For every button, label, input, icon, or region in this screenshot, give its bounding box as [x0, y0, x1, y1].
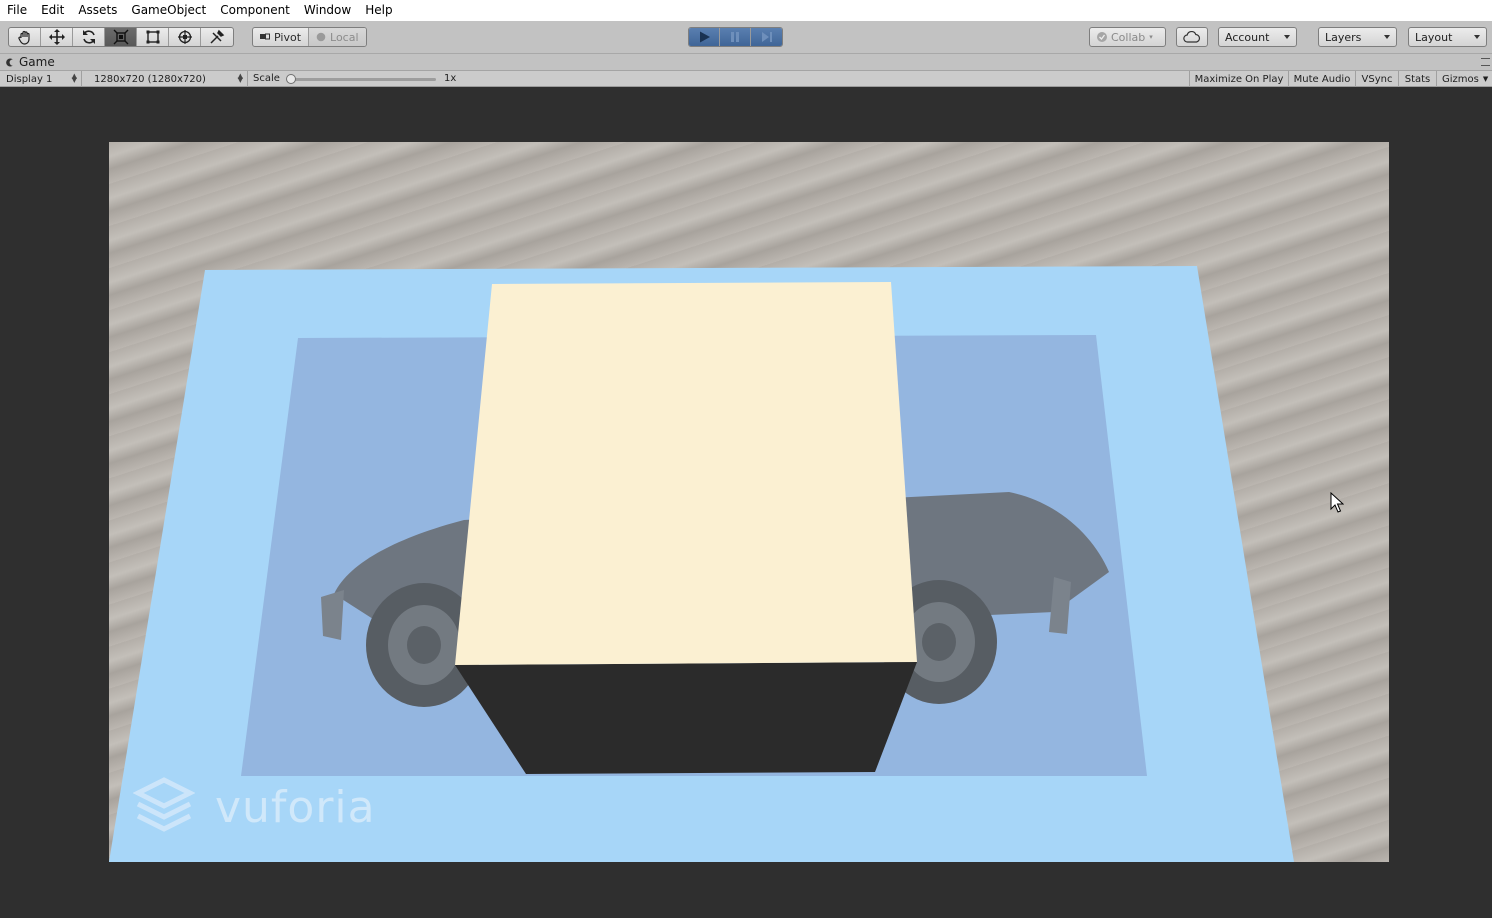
- menu-file[interactable]: File: [0, 0, 34, 21]
- maximize-on-play-label: Maximize On Play: [1194, 73, 1284, 85]
- cube-front-face: [455, 662, 917, 774]
- layout-label: Layout: [1415, 30, 1453, 44]
- hand-icon: [17, 30, 30, 45]
- rotate-tool-button[interactable]: [73, 28, 105, 46]
- resolution-select[interactable]: 1280x720 (1280x720) ▲ ▼: [88, 71, 248, 87]
- pause-button[interactable]: [720, 28, 751, 46]
- main-toolbar: Pivot Local Collab ▾ Account Layers Layo…: [0, 21, 1492, 54]
- game-tab-strip: Game: [0, 54, 1492, 70]
- menu-bar: File Edit Assets GameObject Component Wi…: [0, 0, 1492, 21]
- pivot-button[interactable]: Pivot: [253, 28, 310, 46]
- globe-icon: [316, 32, 326, 42]
- account-label: Account: [1225, 30, 1270, 44]
- scale-icon: [113, 29, 128, 45]
- scale-tool-button[interactable]: [105, 28, 137, 46]
- transform-tool-button[interactable]: [169, 28, 201, 46]
- vuforia-watermark: vuforia: [133, 776, 376, 838]
- stats-toggle[interactable]: Stats: [1398, 71, 1436, 87]
- account-dropdown[interactable]: Account: [1218, 27, 1297, 47]
- resolution-label: 1280x720 (1280x720): [94, 73, 206, 85]
- menu-window[interactable]: Window: [297, 0, 358, 21]
- cloud-icon: [1183, 31, 1201, 43]
- layers-label: Layers: [1325, 30, 1362, 44]
- move-icon: [48, 29, 65, 45]
- custom-tool-button[interactable]: [201, 28, 233, 46]
- collab-dropdown[interactable]: Collab ▾: [1089, 27, 1166, 47]
- menu-help[interactable]: Help: [358, 0, 399, 21]
- vuforia-wordmark: vuforia: [215, 781, 376, 833]
- step-button[interactable]: [751, 28, 782, 46]
- menu-edit[interactable]: Edit: [34, 0, 71, 21]
- layout-dropdown[interactable]: Layout: [1408, 27, 1487, 47]
- rect-tool-icon: [146, 30, 159, 44]
- pause-icon: [731, 32, 739, 42]
- scale-slider-thumb[interactable]: [286, 74, 296, 84]
- hand-tool-button[interactable]: [9, 28, 41, 46]
- scale-slider-track[interactable]: [290, 78, 436, 81]
- rotate-icon: [82, 30, 95, 44]
- display-label: Display 1: [6, 73, 53, 85]
- layers-dropdown[interactable]: Layers: [1318, 27, 1397, 47]
- updown-icon: ▲ ▼: [71, 72, 77, 84]
- cloud-button[interactable]: [1176, 27, 1208, 47]
- tab-game[interactable]: Game: [0, 54, 55, 70]
- tab-menu-icon[interactable]: [1481, 58, 1490, 66]
- menu-component[interactable]: Component: [213, 0, 297, 21]
- chevron-down-icon: [1284, 35, 1290, 39]
- rect-tool-button[interactable]: [137, 28, 169, 46]
- local-button[interactable]: Local: [309, 28, 366, 46]
- local-label: Local: [330, 30, 359, 44]
- play-controls: [688, 27, 783, 47]
- pivot-icon: [260, 33, 270, 40]
- gizmos-label: Gizmos: [1442, 73, 1479, 85]
- gizmos-dropdown[interactable]: Gizmos ▼: [1436, 71, 1492, 87]
- play-button[interactable]: [689, 28, 720, 46]
- menu-assets[interactable]: Assets: [71, 0, 124, 21]
- tab-game-label: Game: [19, 55, 55, 69]
- updown-icon: ▲ ▼: [237, 72, 243, 84]
- chevron-down-icon: [1474, 35, 1480, 39]
- check-circle-icon: [1097, 32, 1107, 42]
- game-view-bar: Display 1 ▲ ▼ 1280x720 (1280x720) ▲ ▼ Scal…: [0, 70, 1492, 87]
- collab-label: Collab: [1111, 30, 1146, 44]
- custom-tool-icon: [210, 29, 225, 44]
- transform-tools: [8, 27, 234, 47]
- mouse-cursor-icon: [1330, 492, 1344, 513]
- vuforia-logo-icon: [133, 777, 195, 832]
- scale-value: 1x: [444, 73, 457, 84]
- vsync-toggle[interactable]: VSync: [1355, 71, 1398, 87]
- pivot-toggle-group: Pivot Local: [252, 27, 367, 47]
- play-icon: [700, 31, 710, 43]
- cube-top-face: [455, 282, 917, 665]
- scale-label: Scale: [253, 73, 280, 84]
- chevron-down-icon: ▼: [1482, 75, 1489, 83]
- mute-audio-toggle[interactable]: Mute Audio: [1288, 71, 1355, 87]
- chevron-down-icon: [1384, 35, 1390, 39]
- maximize-on-play-toggle[interactable]: Maximize On Play: [1189, 71, 1288, 87]
- transform-icon: [177, 30, 192, 44]
- move-tool-button[interactable]: [41, 28, 73, 46]
- mute-audio-label: Mute Audio: [1293, 73, 1351, 85]
- stats-label: Stats: [1404, 73, 1431, 85]
- vsync-label: VSync: [1361, 73, 1393, 85]
- game-viewport[interactable]: vuforia: [109, 142, 1389, 862]
- ar-scene: [109, 266, 1294, 862]
- game-tab-icon: [6, 57, 13, 67]
- pivot-label: Pivot: [274, 30, 302, 44]
- menu-gameobject[interactable]: GameObject: [124, 0, 213, 21]
- display-select[interactable]: Display 1 ▲ ▼: [0, 71, 82, 87]
- step-icon: [761, 32, 772, 42]
